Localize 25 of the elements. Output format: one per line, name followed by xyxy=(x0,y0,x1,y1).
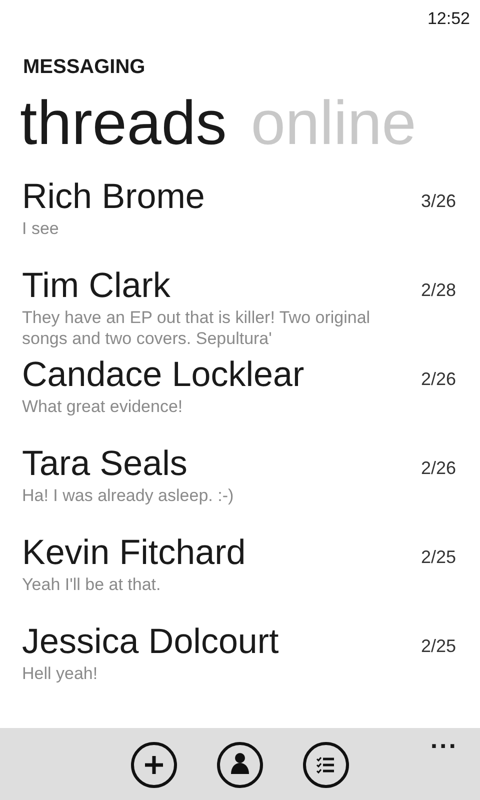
clock-time: 12:52 xyxy=(427,8,470,30)
message-preview: Ha! I was already asleep. :-) xyxy=(22,485,235,506)
contact-name[interactable]: Tara Seals xyxy=(22,443,392,485)
add-button[interactable] xyxy=(131,742,177,788)
more-button[interactable]: ... xyxy=(430,726,458,752)
message-date: 2/25 xyxy=(420,546,456,569)
message-preview: Yeah I'll be at that. xyxy=(22,574,162,595)
contact-name[interactable]: Tim Clark xyxy=(22,265,392,307)
contact-name[interactable]: Kevin Fitchard xyxy=(22,532,392,574)
message-preview: Hell yeah! xyxy=(22,663,99,684)
message-date: 2/26 xyxy=(420,368,456,391)
message-date: 2/26 xyxy=(420,457,456,480)
contact-name[interactable]: Rich Brome xyxy=(22,176,392,218)
app-title: MESSAGING xyxy=(23,55,146,80)
person-button[interactable] xyxy=(217,742,263,788)
list-button[interactable] xyxy=(303,742,349,788)
message-preview: What great evidence! xyxy=(22,396,184,417)
message-preview: They have an EP out that is killer! Two original songs and two covers. Sepultura' xyxy=(22,307,372,349)
pivot-tab[interactable]: threads xyxy=(20,93,227,155)
contact-name[interactable]: Candace Locklear xyxy=(22,354,392,396)
message-date: 2/25 xyxy=(420,635,456,658)
contact-name[interactable]: Jessica Dolcourt xyxy=(22,621,392,663)
message-preview: I see xyxy=(22,218,60,239)
message-date: 3/26 xyxy=(420,190,456,213)
message-date: 2/28 xyxy=(420,279,456,302)
